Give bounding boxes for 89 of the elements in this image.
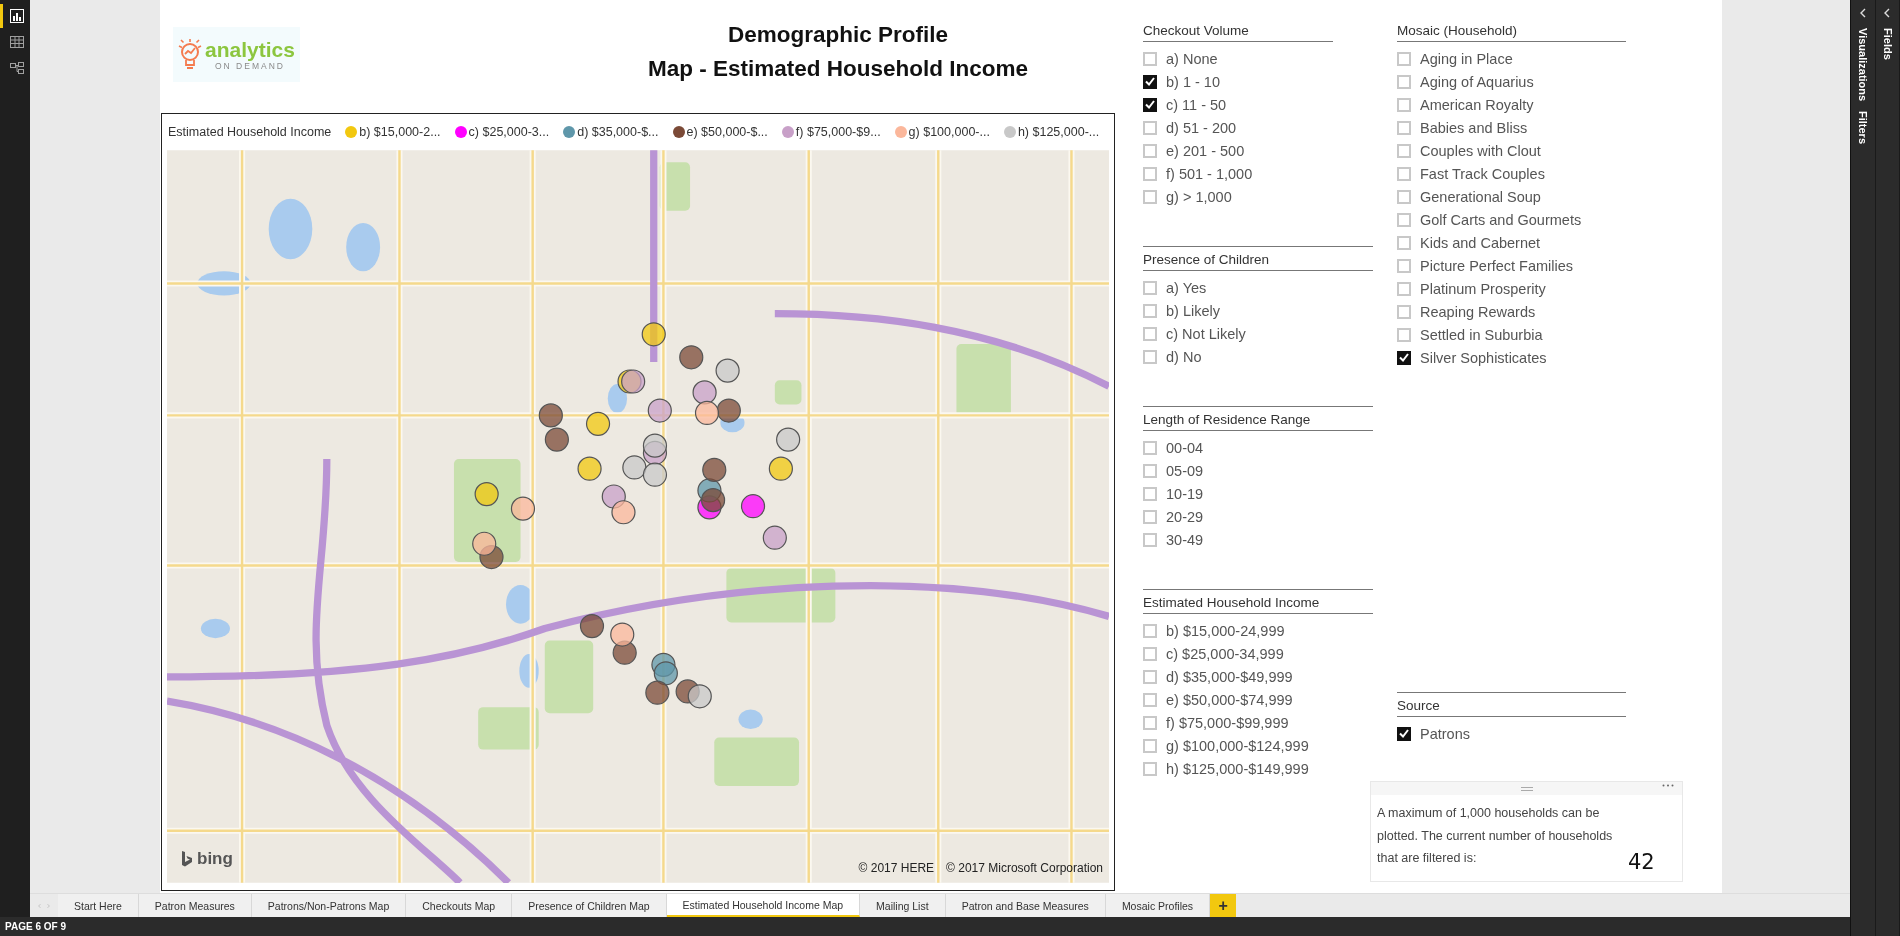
slicer-option[interactable]: e) 201 - 500 <box>1143 139 1373 162</box>
slicer-title: Mosaic (Household) <box>1397 20 1626 42</box>
lightbulb-icon <box>177 37 203 72</box>
legend-label: h) $125,000-... <box>1017 125 1100 139</box>
add-page-button[interactable]: + <box>1210 894 1237 917</box>
pane-tab[interactable]: Visualizations <box>1857 28 1869 102</box>
slicer-title: Presence of Children <box>1143 246 1373 271</box>
page-tab[interactable]: Start Here <box>58 894 139 917</box>
slicer-option[interactable]: a) None <box>1143 47 1373 70</box>
map-attribution: © 2017 HERE <box>858 861 935 875</box>
page-tab[interactable]: Checkouts Map <box>406 894 513 917</box>
slicer-option[interactable]: Patrons <box>1397 722 1626 745</box>
page-tab[interactable]: Patron Measures <box>138 894 252 917</box>
slicer-option[interactable]: Golf Carts and Gourmets <box>1397 208 1626 231</box>
slicer-option[interactable]: Babies and Bliss <box>1397 116 1626 139</box>
slicer-option[interactable]: Aging in Place <box>1397 47 1626 70</box>
slicer-option[interactable]: c) 11 - 50 <box>1143 93 1373 116</box>
legend-label: b) $15,000-2... <box>359 125 441 139</box>
slicer-option[interactable]: Aging of Aquarius <box>1397 70 1626 93</box>
slicer-option[interactable]: d) 51 - 200 <box>1143 116 1373 139</box>
slicer-title: Length of Residence Range <box>1143 406 1373 431</box>
page-tab[interactable]: Mailing List <box>860 894 946 917</box>
slicer-option[interactable]: g) $100,000-$124,999 <box>1143 734 1373 757</box>
household-count: 42 <box>1628 850 1655 874</box>
slicer-option[interactable]: a) Yes <box>1143 276 1373 299</box>
legend-label: c) $25,000-3... <box>468 125 550 139</box>
page-tab[interactable]: Presence of Children Map <box>512 894 667 917</box>
page-indicator: PAGE 6 OF 9 <box>5 921 66 932</box>
slicer-option[interactable]: f) 501 - 1,000 <box>1143 162 1373 185</box>
page-tab[interactable]: Mosaic Profiles <box>1105 894 1211 917</box>
slicer-option[interactable]: Platinum Prosperity <box>1397 277 1626 300</box>
bing-logo-icon <box>181 850 193 868</box>
legend-title: Estimated Household Income <box>168 125 332 139</box>
slicer-option[interactable]: Couples with Clout <box>1397 139 1626 162</box>
slicer-option[interactable]: 00-04 <box>1143 436 1373 459</box>
map-provider-name: bing <box>197 849 233 869</box>
slicer-option[interactable]: Settled in Suburbia <box>1397 323 1626 346</box>
info-text: A maximum of 1,000 households can be plotted. The current number of households that are filtered is: <box>1377 805 1614 867</box>
page-tab[interactable]: Estimated Household Income Map <box>666 894 861 917</box>
logo-tagline: ON DEMAND <box>215 61 285 71</box>
slicer-option[interactable]: e) $50,000-$74,999 <box>1143 688 1373 711</box>
slicer-option[interactable]: 05-09 <box>1143 459 1373 482</box>
legend-label: e) $50,000-$... <box>686 125 768 139</box>
map-drawing[interactable] <box>167 150 1109 883</box>
checkbox[interactable] <box>1143 74 1157 89</box>
checkbox[interactable] <box>1143 97 1157 112</box>
slicer-option[interactable]: 10-19 <box>1143 482 1373 505</box>
slicer-option[interactable]: g) > 1,000 <box>1143 185 1373 208</box>
checkbox[interactable] <box>1397 350 1411 365</box>
table-icon[interactable] <box>8 34 25 50</box>
collapse-chevron-icon[interactable] <box>1858 8 1867 18</box>
pane-tab[interactable]: Fields <box>1881 28 1893 60</box>
slicer-option[interactable]: Fast Track Couples <box>1397 162 1626 185</box>
map-attribution: © 2017 Microsoft Corporation <box>946 861 1103 875</box>
slicer-option[interactable]: Generational Soup <box>1397 185 1626 208</box>
slicer-title: Estimated Household Income <box>1143 589 1373 614</box>
report-title: Map - Estimated Household Income <box>647 55 1029 83</box>
slicer-option[interactable]: Kids and Cabernet <box>1397 231 1626 254</box>
slicer-option[interactable]: b) 1 - 10 <box>1143 70 1373 93</box>
logo-wordmark: analytics <box>205 38 295 60</box>
diagram-icon[interactable] <box>8 60 25 76</box>
slicer-option[interactable]: Silver Sophisticates <box>1397 346 1626 369</box>
page-tab[interactable]: Patron and Base Measures <box>945 894 1106 917</box>
slicer-option[interactable]: h) $125,000-$149,999 <box>1143 757 1373 780</box>
slicer-option[interactable]: 30-49 <box>1143 528 1373 551</box>
slicer-title: Source <box>1397 692 1626 717</box>
report-title: Demographic Profile <box>727 21 948 49</box>
slicer-option[interactable]: d) $35,000-$49,999 <box>1143 665 1373 688</box>
legend-label: f) $75,000-$9... <box>795 125 881 139</box>
checkbox[interactable] <box>1397 726 1411 741</box>
slicer-option[interactable]: c) Not Likely <box>1143 322 1373 345</box>
slicer-option[interactable]: b) $15,000-24,999 <box>1143 619 1373 642</box>
legend-label: g) $100,000-... <box>908 125 990 139</box>
slicer-title: Checkout Volume <box>1143 20 1333 42</box>
drag-handle-icon[interactable] <box>1520 786 1533 791</box>
legend-label: d) $35,000-$... <box>577 125 659 139</box>
more-options-icon[interactable] <box>1662 784 1674 787</box>
pane-tab[interactable]: Filters <box>1857 111 1869 145</box>
slicer-option[interactable]: b) Likely <box>1143 299 1373 322</box>
collapse-chevron-icon[interactable] <box>1883 8 1892 18</box>
slicer-option[interactable]: American Royalty <box>1397 93 1626 116</box>
slicer-option[interactable]: 20-29 <box>1143 505 1373 528</box>
slicer-option[interactable]: c) $25,000-34,999 <box>1143 642 1373 665</box>
page-tab[interactable]: Patrons/Non-Patrons Map <box>251 894 407 917</box>
bar-chart-icon[interactable] <box>8 8 25 24</box>
slicer-option[interactable]: d) No <box>1143 345 1373 368</box>
slicer-option[interactable]: Reaping Rewards <box>1397 300 1626 323</box>
slicer-option[interactable]: Picture Perfect Families <box>1397 254 1626 277</box>
slicer-option[interactable]: f) $75,000-$99,999 <box>1143 711 1373 734</box>
